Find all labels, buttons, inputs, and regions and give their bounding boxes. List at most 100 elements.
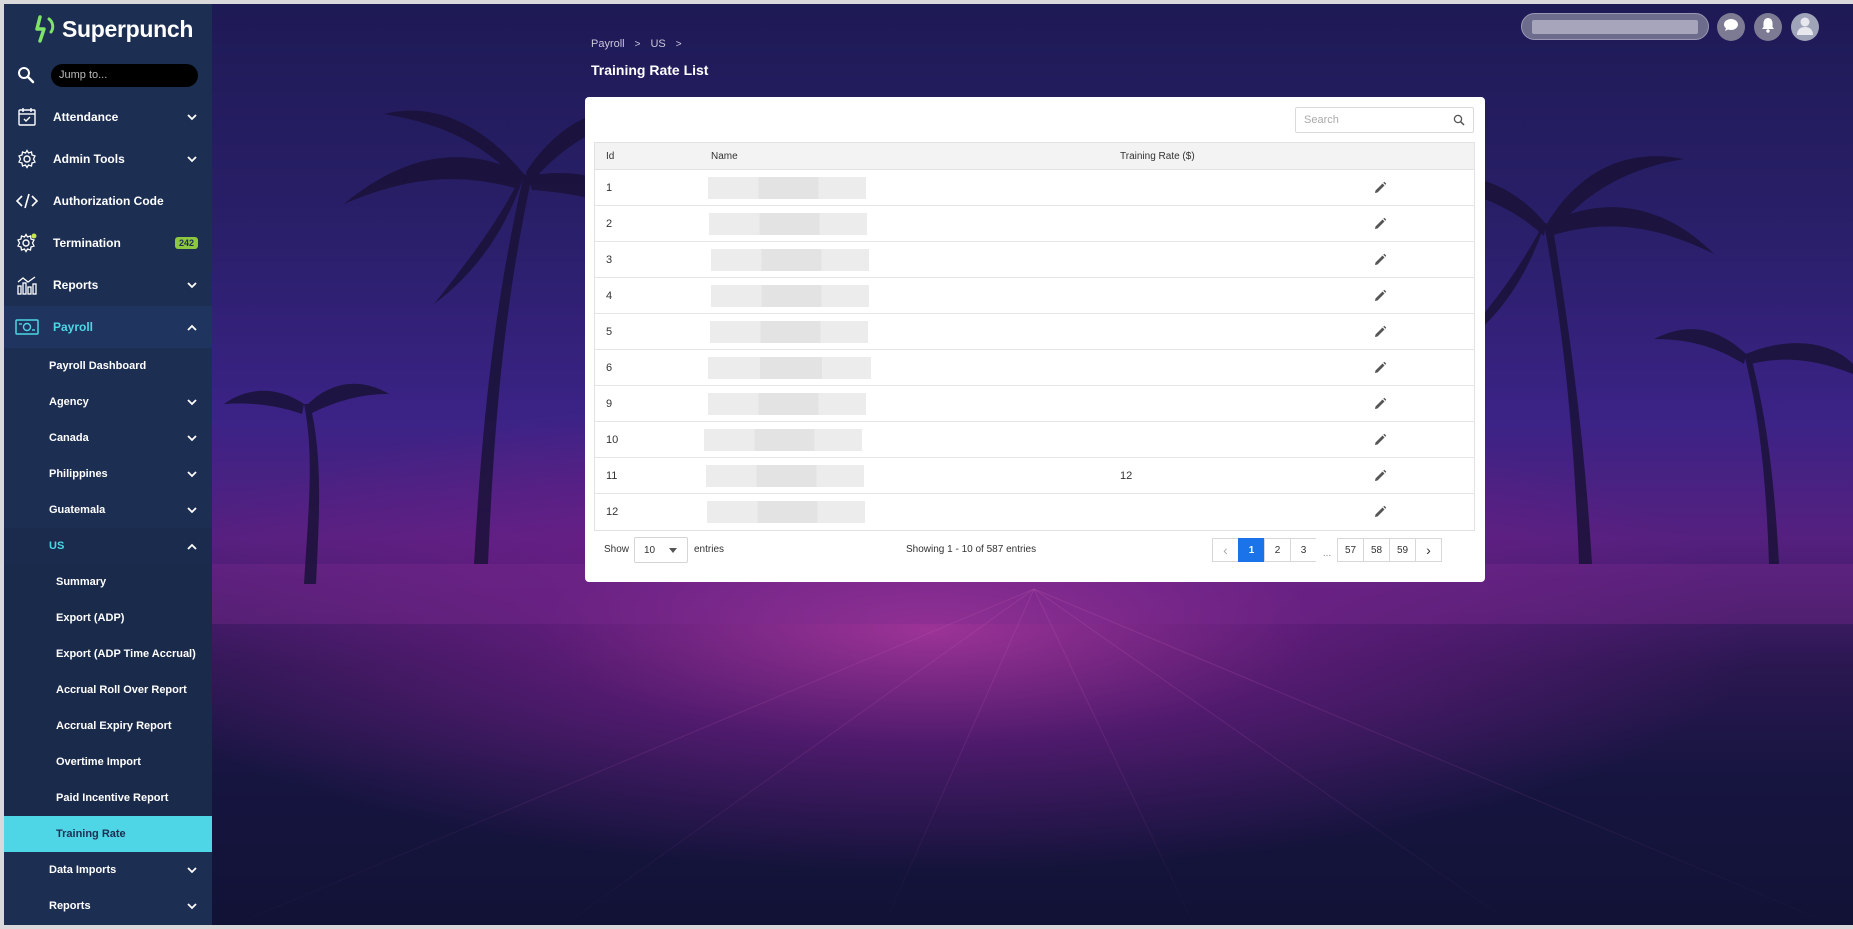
name-redacted [711,249,869,271]
edit-icon[interactable] [1372,180,1388,196]
page-title: Training Rate List [591,62,709,78]
app-name: Superpunch [62,15,194,42]
page-size-select[interactable]: 10 [634,537,688,563]
page-button-57[interactable]: 57 [1337,538,1364,562]
sidebar-item-payroll-reports[interactable]: Reports [4,888,212,924]
row-id: 5 [606,325,613,338]
table-header: Id Name Training Rate ($) [595,143,1474,170]
sidebar-item-reports[interactable]: Reports [4,264,212,306]
top-search-bar[interactable] [1521,13,1709,40]
pagination: ‹ 1 2 3 ... 57 58 59 › [1212,538,1442,562]
page-button-3[interactable]: 3 [1290,538,1317,562]
breadcrumb-payroll[interactable]: Payroll [591,38,625,50]
sidebar-item-export-adp[interactable]: Export (ADP) [4,600,212,636]
table-row: 2 [595,206,1474,242]
row-id: 10 [606,433,619,446]
row-id: 9 [606,397,613,410]
edit-icon[interactable] [1372,468,1388,484]
row-id: 11 [606,469,618,482]
money-icon [15,315,39,339]
name-redacted [707,501,865,523]
user-avatar[interactable] [1791,13,1819,41]
sidebar-item-agency[interactable]: Agency [4,384,212,420]
table-row: 9 [595,386,1474,422]
gear-icon [15,231,39,255]
next-page-button[interactable]: › [1415,538,1442,562]
page-button-59[interactable]: 59 [1389,538,1416,562]
gear-icon [15,147,39,171]
edit-icon[interactable] [1372,216,1388,232]
sidebar-item-guatemala[interactable]: Guatemala [4,492,212,528]
sidebar-item-termination[interactable]: Termination 242 [4,222,212,264]
code-icon [15,189,39,213]
chevron-down-icon [186,396,198,408]
table-row: 3 [595,242,1474,278]
page-button-2[interactable]: 2 [1264,538,1291,562]
avatar-icon [1795,15,1815,40]
page-button-1[interactable]: 1 [1238,538,1265,562]
edit-icon[interactable] [1372,324,1388,340]
search-icon[interactable] [1453,113,1467,127]
row-id: 1 [606,181,613,194]
sidebar-item-paid-incentive-report[interactable]: Paid Incentive Report [4,780,212,816]
calendar-icon [15,105,39,129]
column-header-name[interactable]: Name [711,151,738,162]
sidebar-item-training-rate[interactable]: Training Rate [4,816,212,852]
page-ellipsis: ... [1316,538,1338,562]
sidebar-item-export-adp-time-accrual[interactable]: Export (ADP Time Accrual) [4,636,212,672]
sidebar-item-canada[interactable]: Canada [4,420,212,456]
top-search-redacted [1532,20,1698,34]
name-redacted [711,285,869,307]
edit-icon[interactable] [1372,504,1388,520]
edit-icon[interactable] [1372,360,1388,376]
name-redacted [708,357,871,379]
table-row: 4 [595,278,1474,314]
chat-button[interactable] [1717,13,1745,41]
column-header-training-rate[interactable]: Training Rate ($) [1120,151,1195,162]
sidebar-item-accrual-expiry-report[interactable]: Accrual Expiry Report [4,708,212,744]
name-redacted [710,321,868,343]
sidebar-item-attendance[interactable]: Attendance [4,96,212,138]
sidebar-item-authorization-code[interactable]: Authorization Code [4,180,212,222]
notifications-button[interactable] [1754,13,1782,41]
edit-icon[interactable] [1372,396,1388,412]
chevron-up-icon [186,540,198,552]
superpunch-logo-icon [34,15,56,43]
entries-label: entries [694,544,725,555]
name-redacted [704,429,862,451]
table-row: 12 [595,494,1474,530]
chevron-up-icon [186,321,198,333]
row-id: 4 [606,289,613,302]
sidebar: Superpunch Attendance Admin Tools [4,4,212,925]
chevron-down-icon [186,111,198,123]
table-search-input[interactable] [1295,107,1474,133]
caret-down-icon [669,548,677,553]
sidebar-item-philippines[interactable]: Philippines [4,456,212,492]
sidebar-item-payroll-dashboard[interactable]: Payroll Dashboard [4,348,212,384]
chart-icon [15,273,39,297]
sidebar-item-summary[interactable]: Summary [4,564,212,600]
page-button-58[interactable]: 58 [1363,538,1390,562]
edit-icon[interactable] [1372,288,1388,304]
row-id: 3 [606,253,613,266]
row-id: 12 [606,506,619,518]
sidebar-item-us[interactable]: US [4,528,212,564]
training-rate-table: Id Name Training Rate ($) 1 2 3 4 5 6 9 … [594,142,1475,531]
sidebar-item-payroll[interactable]: Payroll [4,306,212,348]
logo[interactable]: Superpunch [4,4,212,54]
chevron-down-icon [186,279,198,291]
edit-icon[interactable] [1372,252,1388,268]
chevron-down-icon [186,504,198,516]
prev-page-button[interactable]: ‹ [1212,538,1239,562]
breadcrumb-us[interactable]: US [650,38,665,50]
sidebar-item-admin-tools[interactable]: Admin Tools [4,138,212,180]
edit-icon[interactable] [1372,432,1388,448]
table-footer: Show 10 entries Showing 1 - 10 of 587 en… [594,535,1475,565]
sidebar-item-accrual-roll-over-report[interactable]: Accrual Roll Over Report [4,672,212,708]
sidebar-item-data-imports[interactable]: Data Imports [4,852,212,888]
chevron-down-icon [186,153,198,165]
row-training-rate: 12 [1120,469,1133,482]
sidebar-item-overtime-import[interactable]: Overtime Import [4,744,212,780]
jump-to-input[interactable] [51,63,198,87]
column-header-id[interactable]: Id [606,151,614,162]
